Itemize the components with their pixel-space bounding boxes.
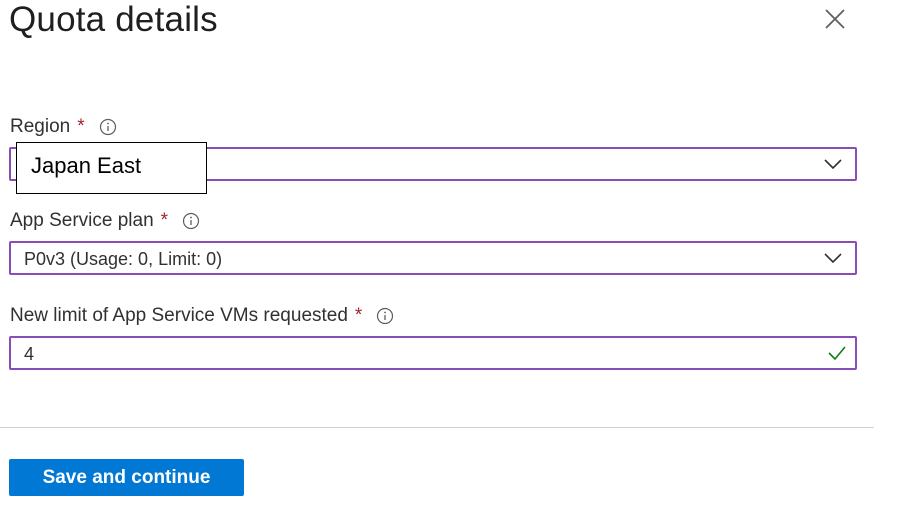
chevron-down-icon	[823, 156, 843, 172]
region-value: Japan East	[31, 153, 142, 178]
chevron-down-icon	[823, 250, 843, 266]
region-label-group: Region *	[10, 116, 117, 138]
new-limit-required-marker: *	[354, 305, 363, 326]
region-info-icon[interactable]	[99, 118, 117, 136]
plan-value: P0v3 (Usage: 0, Limit: 0)	[24, 249, 223, 269]
close-icon	[825, 9, 845, 29]
plan-label: App Service plan	[10, 210, 154, 231]
save-and-continue-button[interactable]: Save and continue	[9, 459, 244, 496]
new-limit-info-icon[interactable]	[376, 307, 394, 325]
footer-divider	[0, 427, 874, 428]
new-limit-value: 4	[24, 344, 35, 364]
plan-required-marker: *	[160, 210, 169, 231]
new-limit-label: New limit of App Service VMs requested	[10, 305, 348, 326]
region-value-box: Japan East	[16, 142, 207, 194]
new-limit-input[interactable]: 4	[9, 336, 857, 370]
panel-title: Quota details	[9, 0, 218, 39]
region-label: Region	[10, 116, 71, 137]
plan-dropdown[interactable]: P0v3 (Usage: 0, Limit: 0)	[9, 241, 857, 275]
region-required-marker: *	[77, 116, 85, 137]
checkmark-icon	[827, 344, 847, 362]
new-limit-label-group: New limit of App Service VMs requested *	[10, 305, 394, 327]
plan-label-group: App Service plan *	[10, 210, 200, 232]
plan-info-icon[interactable]	[182, 212, 200, 230]
close-button[interactable]	[822, 6, 848, 32]
